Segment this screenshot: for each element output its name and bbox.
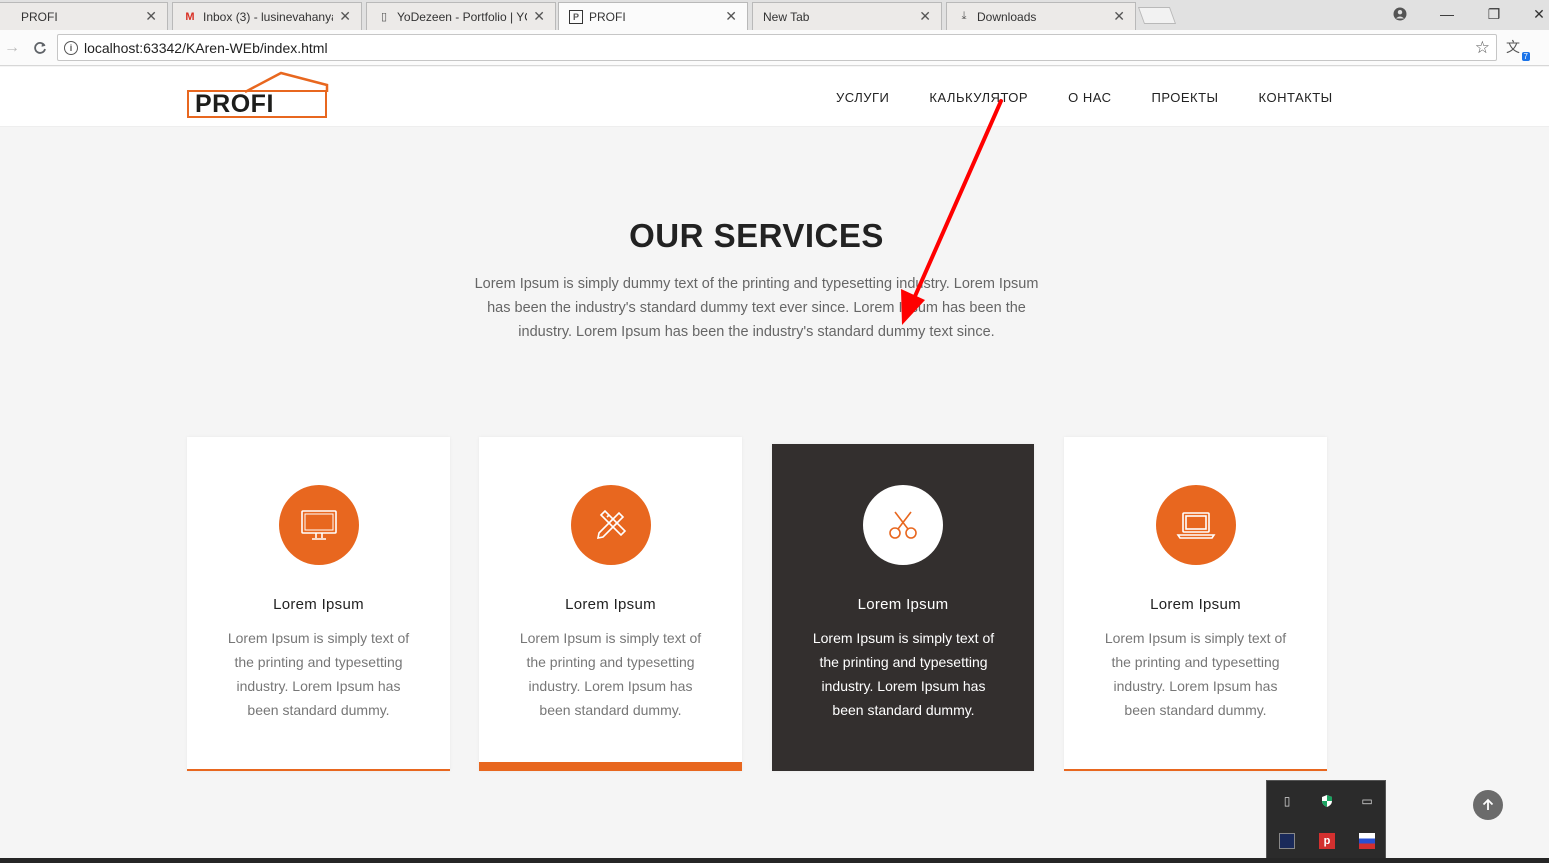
card-text: Lorem Ipsum is simply text of the printi… bbox=[227, 630, 410, 718]
browser-tabstrip: PROFI ✕ M Inbox (3) - lusinevahanya ✕ ▯ … bbox=[0, 0, 1549, 30]
site-header: PROFI УСЛУГИ КАЛЬКУЛЯТОР О НАС ПРОЕКТЫ К… bbox=[0, 67, 1549, 127]
browser-tab[interactable]: ⤓ Downloads ✕ bbox=[946, 2, 1136, 30]
card-title: Lorem Ipsum bbox=[273, 596, 364, 613]
card-title: Lorem Ipsum bbox=[1150, 596, 1241, 613]
browser-tab[interactable]: PROFI ✕ bbox=[0, 2, 168, 30]
page-icon bbox=[1, 10, 15, 24]
close-tab-icon[interactable]: ✕ bbox=[919, 8, 931, 25]
new-tab-button[interactable] bbox=[1137, 7, 1177, 24]
scissors-icon bbox=[863, 485, 943, 565]
browser-tab[interactable]: New Tab ✕ bbox=[752, 2, 942, 30]
tab-title: YoDezeen - Portfolio | YO bbox=[397, 9, 528, 24]
download-icon: ⤓ bbox=[961, 10, 967, 22]
minimize-button[interactable]: — bbox=[1427, 2, 1467, 26]
close-tab-icon[interactable]: ✕ bbox=[145, 8, 157, 25]
system-tray-popup: ▯ ▭ p bbox=[1266, 780, 1386, 860]
browser-tab-active[interactable]: P PROFI ✕ bbox=[558, 2, 748, 30]
tab-title: Inbox (3) - lusinevahanya bbox=[203, 9, 334, 24]
nav-link-projects[interactable]: ПРОЕКТЫ bbox=[1131, 90, 1238, 105]
arrow-up-icon bbox=[1482, 798, 1494, 810]
service-card-active[interactable]: Lorem Ipsum Lorem Ipsum is simply text o… bbox=[772, 444, 1034, 771]
services-title: OUR SERVICES bbox=[629, 217, 884, 254]
extension-badge: 7 bbox=[1521, 52, 1530, 61]
pencil-ruler-icon bbox=[571, 485, 651, 565]
main-nav: УСЛУГИ КАЛЬКУЛЯТОР О НАС ПРОЕКТЫ КОНТАКТ… bbox=[816, 67, 1353, 127]
nav-link-about[interactable]: О НАС bbox=[1048, 90, 1131, 105]
browser-toolbar: → i localhost:63342/KAren-WEb/index.html… bbox=[0, 30, 1549, 66]
close-tab-icon[interactable]: ✕ bbox=[533, 8, 545, 25]
app-tray-icon[interactable]: p bbox=[1319, 833, 1335, 849]
tab-title: Downloads bbox=[977, 9, 1037, 24]
card-title: Lorem Ipsum bbox=[565, 596, 656, 613]
tab-title: PROFI bbox=[21, 9, 58, 24]
services-description: Lorem Ipsum is simply dummy text of the … bbox=[474, 276, 1039, 340]
close-tab-icon[interactable]: ✕ bbox=[1113, 8, 1125, 25]
browser-tab[interactable]: ▯ YoDezeen - Portfolio | YO ✕ bbox=[366, 2, 556, 30]
tab-title: PROFI bbox=[589, 9, 626, 24]
display-icon[interactable]: ▭ bbox=[1359, 793, 1375, 809]
service-card[interactable]: Lorem Ipsum Lorem Ipsum is simply text o… bbox=[187, 437, 450, 771]
card-accent-bar bbox=[1064, 769, 1327, 771]
page-icon: ▯ bbox=[380, 11, 388, 23]
card-accent-bar bbox=[479, 762, 742, 771]
service-card[interactable]: Lorem Ipsum Lorem Ipsum is simply text o… bbox=[479, 437, 742, 771]
nav-link-calculator[interactable]: КАЛЬКУЛЯТОР bbox=[909, 90, 1048, 105]
card-text: Lorem Ipsum is simply text of the printi… bbox=[519, 630, 702, 718]
url-text[interactable]: localhost:63342/KAren-WEb/index.html bbox=[84, 40, 328, 56]
reload-icon[interactable] bbox=[28, 36, 52, 60]
close-tab-icon[interactable]: ✕ bbox=[725, 8, 737, 25]
scroll-to-top-button[interactable] bbox=[1473, 790, 1503, 820]
close-window-button[interactable]: ✕ bbox=[1519, 2, 1549, 26]
taskbar-edge bbox=[0, 858, 1549, 863]
info-icon[interactable]: i bbox=[64, 40, 78, 55]
language-flag-icon[interactable] bbox=[1359, 833, 1375, 849]
address-bar[interactable]: i localhost:63342/KAren-WEb/index.html ☆ bbox=[57, 34, 1497, 61]
nav-link-services[interactable]: УСЛУГИ bbox=[816, 90, 909, 105]
card-accent-bar bbox=[187, 769, 450, 771]
browser-tab[interactable]: M Inbox (3) - lusinevahanya ✕ bbox=[172, 2, 362, 30]
card-text: Lorem Ipsum is simply text of the printi… bbox=[812, 630, 995, 718]
profile-icon[interactable] bbox=[1380, 2, 1420, 26]
profi-logo[interactable]: PROFI bbox=[185, 71, 329, 121]
tab-title: New Tab bbox=[763, 9, 810, 24]
card-title: Lorem Ipsum bbox=[857, 596, 949, 613]
translate-extension-icon[interactable]: 文7 bbox=[1506, 37, 1530, 61]
laptop-icon bbox=[1156, 485, 1236, 565]
network-icon[interactable] bbox=[1279, 833, 1295, 849]
gmail-icon: M bbox=[185, 10, 195, 23]
profi-favicon: P bbox=[569, 9, 583, 24]
card-text: Lorem Ipsum is simply text of the printi… bbox=[1104, 630, 1287, 718]
monitor-icon bbox=[279, 485, 359, 565]
service-card[interactable]: Lorem Ipsum Lorem Ipsum is simply text o… bbox=[1064, 437, 1327, 771]
close-tab-icon[interactable]: ✕ bbox=[339, 8, 351, 25]
nav-link-contacts[interactable]: КОНТАКТЫ bbox=[1239, 90, 1353, 105]
bookmark-star-icon[interactable]: ☆ bbox=[1475, 38, 1490, 58]
maximize-button[interactable]: ❐ bbox=[1474, 2, 1514, 26]
usb-device-icon[interactable]: ▯ bbox=[1279, 793, 1295, 809]
security-shield-icon[interactable] bbox=[1319, 793, 1335, 809]
logo-text: PROFI bbox=[187, 90, 327, 118]
forward-icon[interactable]: → bbox=[0, 36, 24, 60]
